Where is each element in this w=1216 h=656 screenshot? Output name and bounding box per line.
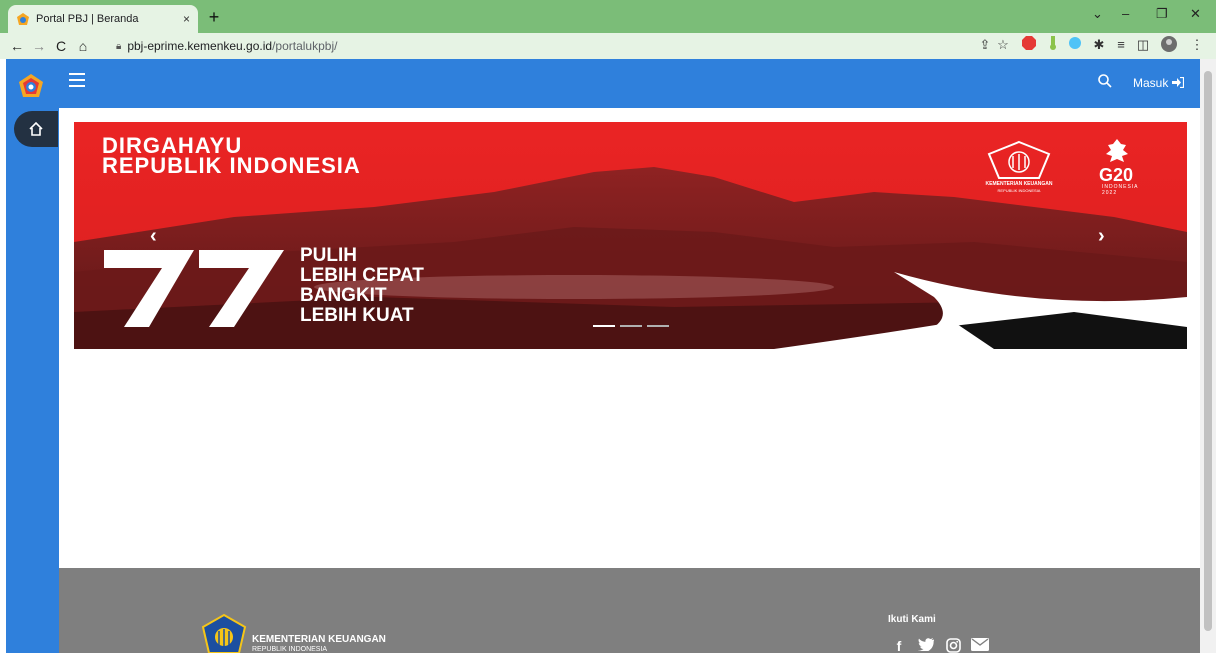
browser-tab-bar: Portal PBJ | Beranda × + ⌄ – ❐ ✕ <box>0 0 1216 33</box>
banner-slogan-line4: LEBIH KUAT <box>300 305 414 326</box>
instagram-icon[interactable] <box>944 638 962 653</box>
carousel-next-icon[interactable]: › <box>1098 225 1105 248</box>
facebook-icon[interactable]: f <box>890 638 908 654</box>
extension-icon-2[interactable] <box>1066 36 1084 54</box>
page-scrollbar[interactable] <box>1200 59 1216 653</box>
sidebar <box>6 59 59 653</box>
footer-org-name: KEMENTERIAN KEUANGAN <box>252 634 386 645</box>
twitter-icon[interactable] <box>917 638 935 653</box>
bookmark-star-icon[interactable]: ☆ <box>994 36 1012 54</box>
banner-slogan-line1: PULIH <box>300 245 357 266</box>
side-panel-icon[interactable]: ◫ <box>1134 36 1152 54</box>
main-content: DIRGAHAYU REPUBLIK INDONESIA PULIH LEBIH… <box>59 108 1200 568</box>
minimize-icon[interactable]: – <box>1122 6 1129 21</box>
carousel-indicator-3[interactable] <box>647 325 669 327</box>
sign-in-icon <box>1171 76 1184 89</box>
sidebar-item-home[interactable] <box>14 111 58 147</box>
home-browser-icon[interactable]: ⌂ <box>72 38 94 54</box>
search-icon[interactable] <box>1097 73 1113 89</box>
banner-slogan-line3: BANGKIT <box>300 285 387 306</box>
ministry-emblem-icon <box>987 140 1051 179</box>
site-footer: KEMENTERIAN KEUANGAN REPUBLIK INDONESIA … <box>59 568 1200 654</box>
login-button[interactable]: Masuk <box>1133 76 1184 90</box>
address-bar[interactable]: 🔒︎ pbj-eprime.kemenkeu.go.id/portalukpbj… <box>112 35 1012 57</box>
footer-org-sub: REPUBLIK INDONESIA <box>252 646 328 653</box>
adblock-extension-icon[interactable] <box>1020 36 1038 54</box>
email-icon[interactable] <box>971 638 989 653</box>
scrollbar-thumb[interactable] <box>1204 71 1212 631</box>
home-icon <box>29 122 43 136</box>
lock-icon: 🔒︎ <box>116 40 122 52</box>
extensions-puzzle-icon[interactable]: ✱ <box>1090 36 1108 54</box>
banner-ministry-sub: REPUBLIK INDONESIA <box>997 188 1041 193</box>
profile-avatar[interactable] <box>1160 36 1178 54</box>
tab-search-icon[interactable]: ⌄ <box>1092 6 1103 22</box>
share-icon[interactable]: ⇪ <box>976 36 994 54</box>
forward-icon[interactable]: → <box>28 38 50 54</box>
login-label: Masuk <box>1133 76 1169 90</box>
reload-icon[interactable]: C <box>50 38 72 54</box>
top-header: Masuk <box>59 59 1200 108</box>
browser-tab[interactable]: Portal PBJ | Beranda × <box>8 5 198 33</box>
window-close-icon[interactable]: ✕ <box>1190 6 1201 22</box>
follow-us-label: Ikuti Kami <box>888 614 936 625</box>
back-icon[interactable]: ← <box>6 38 28 54</box>
url-path: /portalukpbj/ <box>272 39 338 53</box>
kemenkeu-logo-icon <box>201 613 247 653</box>
menu-toggle-icon[interactable] <box>69 73 85 87</box>
portal-logo-icon[interactable] <box>18 73 44 99</box>
banner-ministry-name: KEMENTERIAN KEUANGAN <box>985 181 1053 187</box>
banner-g20-year: 2022 <box>1102 190 1118 196</box>
reading-list-icon[interactable]: ≡ <box>1112 36 1130 54</box>
tab-close-icon[interactable]: × <box>183 12 190 26</box>
carousel-indicator-2[interactable] <box>620 325 642 327</box>
tab-title: Portal PBJ | Beranda <box>36 13 139 25</box>
browser-menu-icon[interactable]: ⋮ <box>1188 36 1206 54</box>
banner-title-line2: REPUBLIK INDONESIA <box>102 153 361 178</box>
hero-carousel: DIRGAHAYU REPUBLIK INDONESIA PULIH LEBIH… <box>74 122 1187 349</box>
banner-slogan-line2: LEBIH CEPAT <box>300 265 424 286</box>
g20-emblem-icon <box>1106 139 1128 162</box>
site-favicon-icon <box>17 13 29 25</box>
carousel-prev-icon[interactable]: ‹ <box>150 225 157 248</box>
restore-icon[interactable]: ❐ <box>1156 6 1168 22</box>
new-tab-button[interactable]: + <box>204 7 224 27</box>
url-domain: pbj-eprime.kemenkeu.go.id <box>127 39 273 53</box>
extension-icon[interactable] <box>1044 36 1062 54</box>
banner-g20: G20 <box>1099 165 1134 185</box>
carousel-indicator-1[interactable] <box>593 325 615 327</box>
